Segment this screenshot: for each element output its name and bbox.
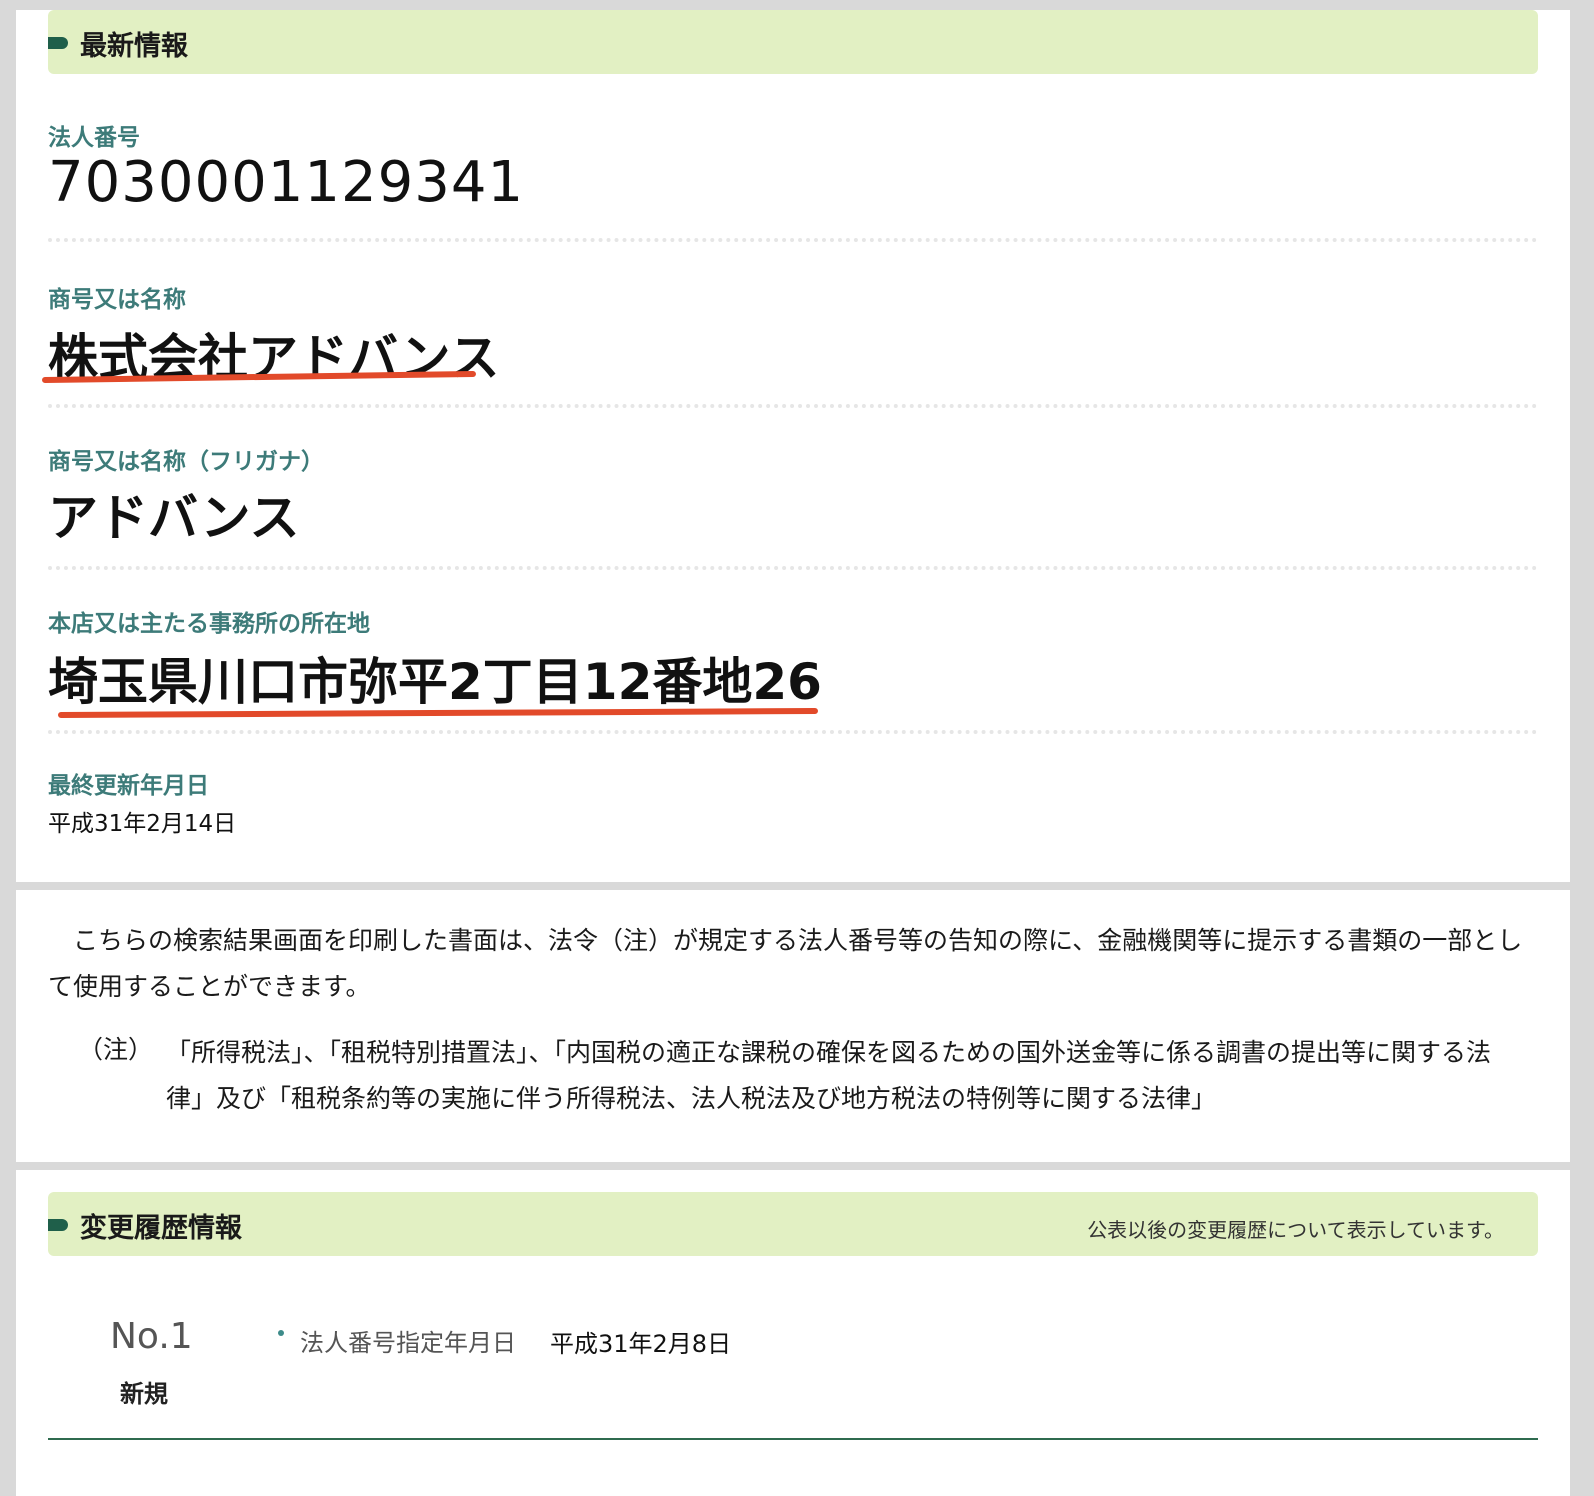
history-note: 公表以後の変更履歴について表示しています。 (1087, 1218, 1504, 1242)
head-office-address-value: 埼玉県川口市弥平2丁目12番地26 (48, 653, 822, 711)
history-entry-label: 法人番号指定年月日 (300, 1329, 516, 1357)
dotted-divider (48, 730, 1538, 734)
note-tag: （注） (78, 1035, 154, 1064)
latest-info-panel: 最新情報 法人番号 7030001129341 商号又は名称 株式会社アドバンス… (16, 10, 1570, 882)
section-marker-icon (48, 1219, 68, 1231)
latest-info-header: 最新情報 (48, 10, 1538, 74)
history-entry-number: No.1 (110, 1316, 193, 1357)
history-divider (48, 1438, 1538, 1440)
trade-name-kana-value: アドバンス (48, 489, 300, 547)
bullet-icon (278, 1330, 284, 1336)
notice-panel: こちらの検索結果画面を印刷した書面は、法令（注）が規定する法人番号等の告知の際に… (16, 890, 1570, 1162)
trade-name-label: 商号又は名称 (48, 287, 186, 313)
history-header: 変更履歴情報 公表以後の変更履歴について表示しています。 (48, 1192, 1538, 1256)
dotted-divider (48, 404, 1538, 408)
corporate-number-value: 7030001129341 (48, 150, 525, 215)
latest-info-title: 最新情報 (80, 31, 188, 62)
note-text: 「所得税法」、「租税特別措置法」、「内国税の適正な課税の確保を図るための国外送金… (166, 1038, 1492, 1113)
section-marker-icon (48, 37, 68, 49)
dotted-divider (48, 238, 1538, 242)
history-title: 変更履歴情報 (80, 1213, 242, 1244)
last-updated-value: 平成31年2月14日 (48, 811, 237, 837)
trade-name-kana-label: 商号又は名称（フリガナ） (48, 449, 324, 475)
history-entry-type: 新規 (120, 1380, 168, 1408)
notice-paragraph: こちらの検索結果画面を印刷した書面は、法令（注）が規定する法人番号等の告知の際に… (48, 926, 1523, 1001)
last-updated-label: 最終更新年月日 (48, 773, 209, 799)
dotted-divider (48, 566, 1538, 570)
history-panel: 変更履歴情報 公表以後の変更履歴について表示しています。 No.1 新規 法人番… (16, 1170, 1570, 1496)
corporate-number-label: 法人番号 (48, 125, 140, 151)
history-entry-value: 平成31年2月8日 (550, 1330, 732, 1358)
head-office-address-label: 本店又は主たる事務所の所在地 (48, 611, 370, 637)
